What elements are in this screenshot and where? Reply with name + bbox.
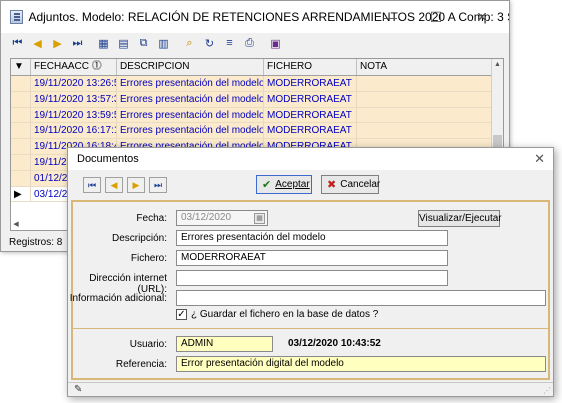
cell-description: Errores presentación del modelo (117, 123, 264, 139)
export-icon[interactable]: ▣ (267, 35, 284, 52)
print-icon[interactable]: ⎙ (241, 35, 258, 52)
adjuntos-toolbar: ⏮ ◀ ▶ ⏭ ▦ ▤ ⧉ ▥ ⌕ ↻ ≡ ⎙ ▣ (9, 33, 284, 53)
dialog-statusbar: ✎ ⋰ (68, 382, 553, 396)
first-record-button[interactable]: ⏮ (83, 177, 101, 193)
minimize-button[interactable]: — (367, 1, 413, 33)
fecha-label: Fecha: (136, 213, 167, 224)
save-in-db-checkbox[interactable]: ✓ (176, 309, 187, 320)
current-row-icon: ▶ (11, 186, 31, 202)
row-marker (11, 154, 31, 170)
grid-view-icon[interactable]: ▦ (95, 35, 112, 52)
refresh-icon[interactable]: ↻ (201, 35, 218, 52)
save-in-db-row[interactable]: ✓ ¿ Guardar el fichero en la base de dat… (176, 309, 378, 320)
row-marker (11, 170, 31, 186)
row-marker (11, 91, 31, 107)
grid-header: ▼ FECHAACC ⓵ DESCRIPCION FICHERO NOTA (11, 59, 503, 76)
cell-note (357, 91, 492, 107)
search-icon[interactable]: ⌕ (181, 35, 198, 52)
cell-file: MODERRORAEAT (264, 107, 357, 123)
dialog-titlebar: Documentos (68, 148, 553, 170)
maximize-button[interactable]: ☐ (413, 1, 459, 33)
row-marker (11, 139, 31, 154)
accept-label: Aceptar (275, 179, 310, 190)
usuario-field[interactable]: ADMIN (176, 336, 273, 352)
cell-date: 19/11/2020 13:57:37 (31, 91, 117, 107)
cell-note (357, 76, 492, 91)
column-header-nota[interactable]: NOTA (357, 59, 492, 75)
cell-date: 19/11/2020 13:59:53 (31, 107, 117, 123)
prev-record-button[interactable]: ◀ (105, 177, 123, 193)
form-divider (73, 328, 548, 329)
cell-file: MODERRORAEAT (264, 123, 357, 139)
usuario-label: Usuario: (129, 339, 167, 350)
cell-date: 19/11/2020 13:26:55 (31, 76, 117, 91)
save-in-db-label: ¿ Guardar el fichero en la base de datos… (191, 309, 379, 320)
cell-date: 19/11/2020 16:17:10 (31, 123, 117, 139)
cell-note (357, 107, 492, 123)
table-row[interactable]: 19/11/2020 13:59:53 Errores presentación… (11, 107, 503, 124)
record-navigator: ⏮ ◀ ▶ ⏭ (83, 177, 167, 193)
row-indicator-header: ▼ (11, 59, 31, 75)
cell-file: MODERRORAEAT (264, 76, 357, 91)
descripcion-field[interactable]: Errores presentación del modelo (176, 230, 448, 246)
scroll-up-icon[interactable]: ▲ (492, 59, 503, 71)
last-record-icon[interactable]: ⏭ (69, 35, 86, 52)
cell-description: Errores presentación del modelo (117, 91, 264, 107)
column-header-fichero[interactable]: FICHERO (264, 59, 357, 75)
info-label: Información adicional: (69, 293, 167, 304)
referencia-field[interactable]: Error presentación digital del modelo (176, 356, 546, 372)
column-header-descripcion[interactable]: DESCRIPCION (117, 59, 264, 75)
cell-file: MODERRORAEAT (264, 91, 357, 107)
resize-grip-icon[interactable]: ⋰ (543, 386, 551, 395)
table-row[interactable]: 19/11/2020 13:26:55 Errores presentación… (11, 76, 503, 92)
descripcion-label: Descripción: (111, 233, 167, 244)
cancel-icon: ✖ (327, 179, 337, 191)
last-record-button[interactable]: ⏭ (149, 177, 167, 193)
calendar-icon[interactable]: ▦ (254, 213, 265, 224)
cell-description: Errores presentación del modelo (117, 76, 264, 91)
dialog-title: Documentos (77, 153, 139, 165)
app-icon (10, 10, 24, 24)
visualizar-ejecutar-button[interactable]: Visualizar/Ejecutar (418, 210, 502, 227)
row-marker (11, 123, 31, 139)
cell-description: Errores presentación del modelo (117, 107, 264, 123)
paste-icon[interactable]: ▥ (155, 35, 172, 52)
next-record-button[interactable]: ▶ (127, 177, 145, 193)
dialog-close-icon[interactable]: ✕ (534, 151, 545, 167)
column-header-fechaacc[interactable]: FECHAACC ⓵ (31, 59, 117, 75)
cell-note (357, 123, 492, 139)
fichero-label: Fichero: (130, 253, 167, 264)
url-label: Dirección internet (URL): (89, 273, 167, 295)
next-record-icon[interactable]: ▶ (49, 35, 66, 52)
print-preview-icon[interactable]: ▤ (115, 35, 132, 52)
close-button[interactable]: ✕ (459, 1, 505, 33)
check-icon: ✔ (262, 179, 272, 191)
document-form: Fecha: 03/12/2020 ▦ Visualizar/Ejecutar … (70, 200, 550, 380)
edit-mode-icon: ✎ (74, 384, 83, 395)
sort-icon[interactable]: ≡ (221, 35, 238, 52)
accept-button[interactable]: ✔ Aceptar (256, 175, 312, 194)
row-marker (11, 76, 31, 91)
first-record-icon[interactable]: ⏮ (9, 35, 26, 52)
copy-icon[interactable]: ⧉ (135, 35, 152, 52)
timestamp: 03/12/2020 10:43:52 (288, 338, 381, 349)
cancel-label: Cancelar (340, 179, 381, 190)
cancel-button[interactable]: ✖ Cancelar (321, 175, 381, 194)
referencia-label: Referencia: (115, 359, 167, 370)
info-field[interactable] (176, 290, 546, 306)
scroll-left-icon[interactable]: ◀ (10, 219, 22, 231)
url-field[interactable] (176, 270, 448, 286)
fichero-field[interactable]: MODERRORAEAT (176, 250, 448, 266)
sort-asc-icon: ⓵ (91, 61, 102, 72)
prev-record-icon[interactable]: ◀ (29, 35, 46, 52)
table-row[interactable]: 19/11/2020 16:17:10 Errores presentación… (11, 123, 503, 140)
documentos-dialog: Documentos ✕ ⏮ ◀ ▶ ⏭ ✔ Aceptar ✖ Cancela… (67, 147, 554, 397)
table-row[interactable]: 19/11/2020 13:57:37 Errores presentación… (11, 91, 503, 108)
row-marker (11, 107, 31, 123)
record-count: Registros: 8 (9, 237, 63, 248)
